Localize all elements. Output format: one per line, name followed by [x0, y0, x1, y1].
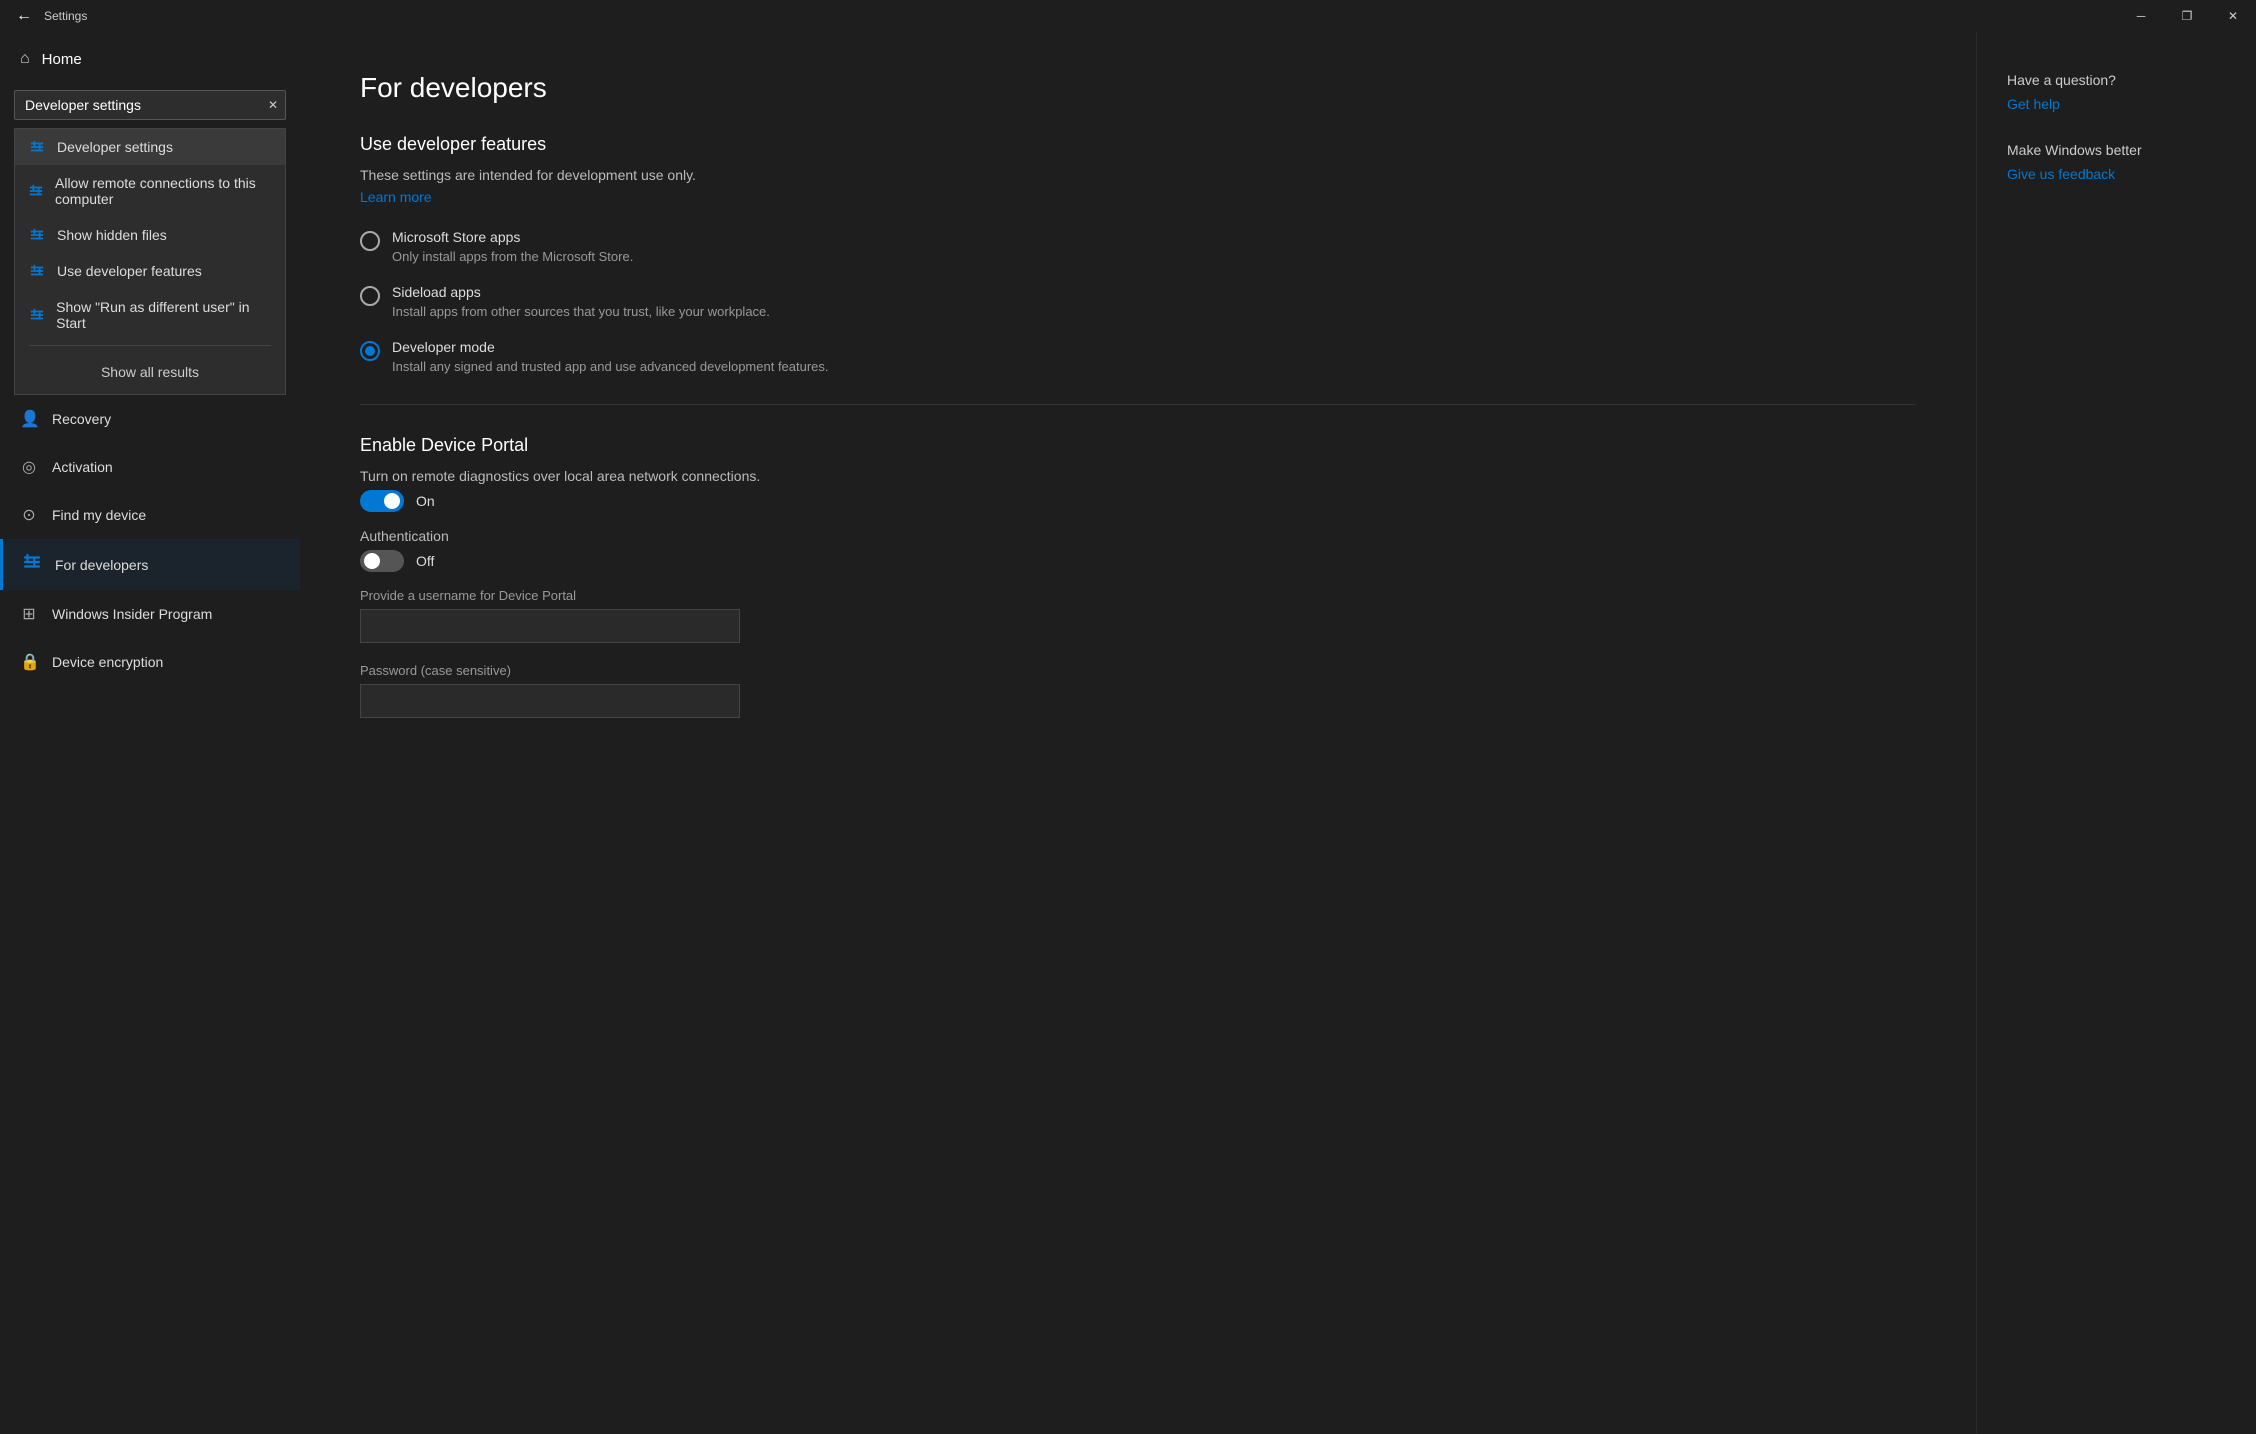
help-section: Have a question? Get help — [2007, 72, 2226, 112]
help-title: Have a question? — [2007, 72, 2226, 88]
sidebar-item-find-my-device[interactable]: ⊙ Find my device — [0, 491, 300, 539]
sliders-icon-4 — [29, 263, 45, 279]
device-portal-toggle-label: On — [416, 493, 435, 509]
person-circle-icon: ⊙ — [20, 505, 38, 525]
radio-sublabel-microsoft-store: Only install apps from the Microsoft Sto… — [392, 249, 1916, 264]
sidebar-item-windows-insider[interactable]: ⊞ Windows Insider Program — [0, 590, 300, 638]
dropdown-item-use-developer[interactable]: Use developer features — [15, 253, 285, 289]
sidebar-item-activation[interactable]: ◎ Activation — [0, 443, 300, 491]
home-nav-item[interactable]: ⌂ Home — [0, 32, 300, 86]
radio-sideload[interactable] — [360, 286, 380, 306]
device-portal-toggle-row: On — [360, 490, 1916, 512]
auth-toggle-row: Off — [360, 550, 1916, 572]
right-panel: Have a question? Get help Make Windows b… — [1976, 32, 2256, 1434]
radio-developer-mode[interactable] — [360, 341, 380, 361]
dropdown-label-developer-settings: Developer settings — [57, 139, 173, 155]
back-button[interactable]: ← — [12, 4, 36, 28]
radio-content-microsoft-store: Microsoft Store apps Only install apps f… — [392, 229, 1916, 264]
device-portal-title: Enable Device Portal — [360, 435, 1916, 456]
device-portal-toggle[interactable] — [360, 490, 404, 512]
minimize-button[interactable]: ─ — [2118, 0, 2164, 32]
radio-label-developer-mode: Developer mode — [392, 339, 1916, 355]
sidebar-label-windows-insider: Windows Insider Program — [52, 606, 212, 622]
auth-toggle-label: Off — [416, 553, 434, 569]
dropdown-item-show-hidden[interactable]: Show hidden files — [15, 217, 285, 253]
sidebar-item-device-encryption[interactable]: 🔒 Device encryption — [0, 638, 300, 686]
password-label: Password (case sensitive) — [360, 663, 1916, 678]
radio-label-microsoft-store: Microsoft Store apps — [392, 229, 1916, 245]
feedback-title: Make Windows better — [2007, 142, 2226, 158]
radio-content-sideload: Sideload apps Install apps from other so… — [392, 284, 1916, 319]
auth-toggle[interactable] — [360, 550, 404, 572]
username-label: Provide a username for Device Portal — [360, 588, 1916, 603]
person-icon: 👤 — [20, 409, 38, 429]
home-icon: ⌂ — [20, 50, 30, 68]
auth-toggle-knob — [364, 553, 380, 569]
radio-sublabel-sideload: Install apps from other sources that you… — [392, 304, 1916, 319]
sliders-icon-2 — [29, 183, 43, 199]
radio-sublabel-developer-mode: Install any signed and trusted app and u… — [392, 359, 1916, 374]
window-controls: ─ ❐ ✕ — [2118, 0, 2256, 32]
dropdown-divider — [29, 345, 271, 346]
password-input[interactable] — [360, 684, 740, 718]
search-container: ✕ — [14, 90, 286, 120]
learn-more-link[interactable]: Learn more — [360, 189, 432, 205]
sidebar-label-device-encryption: Device encryption — [52, 654, 163, 670]
sidebar-label-for-developers: For developers — [55, 557, 148, 573]
section-divider — [360, 404, 1916, 405]
dropdown-label-show-hidden: Show hidden files — [57, 227, 167, 243]
dropdown-item-allow-remote[interactable]: Allow remote connections to this compute… — [15, 165, 285, 217]
get-help-link[interactable]: Get help — [2007, 96, 2226, 112]
page-title: For developers — [360, 72, 1916, 104]
auth-label: Authentication — [360, 528, 1916, 544]
clear-search-icon[interactable]: ✕ — [268, 98, 278, 112]
radio-microsoft-store[interactable] — [360, 231, 380, 251]
device-portal-toggle-knob — [384, 493, 400, 509]
feedback-section: Make Windows better Give us feedback — [2007, 142, 2226, 182]
title-bar: ← Settings ─ ❐ ✕ — [0, 0, 2256, 32]
use-dev-features-title: Use developer features — [360, 134, 1916, 155]
radio-inner-developer-mode — [365, 346, 375, 356]
use-dev-features-desc: These settings are intended for developm… — [360, 167, 1916, 183]
sidebar-label-find-my-device: Find my device — [52, 507, 146, 523]
radio-option-microsoft-store: Microsoft Store apps Only install apps f… — [360, 229, 1916, 264]
close-button[interactable]: ✕ — [2210, 0, 2256, 32]
search-input[interactable] — [14, 90, 286, 120]
sidebar-label-activation: Activation — [52, 459, 113, 475]
lock-icon: 🔒 — [20, 652, 38, 672]
show-all-results-button[interactable]: Show all results — [29, 350, 271, 394]
radio-option-developer-mode: Developer mode Install any signed and tr… — [360, 339, 1916, 374]
radio-option-sideload: Sideload apps Install apps from other so… — [360, 284, 1916, 319]
dropdown-label-allow-remote: Allow remote connections to this compute… — [55, 175, 271, 207]
restore-button[interactable]: ❐ — [2164, 0, 2210, 32]
check-circle-icon: ◎ — [20, 457, 38, 477]
sliders-icon — [29, 139, 45, 155]
sidebar-item-recovery[interactable]: 👤 Recovery — [0, 395, 300, 443]
dropdown-label-show-run-as: Show "Run as different user" in Start — [56, 299, 271, 331]
home-label: Home — [42, 51, 82, 68]
give-feedback-link[interactable]: Give us feedback — [2007, 166, 2226, 182]
sidebar-item-for-developers[interactable]: For developers — [0, 539, 300, 590]
search-dropdown: Developer settings Allow remote connecti… — [14, 128, 286, 395]
dropdown-item-developer-settings[interactable]: Developer settings — [15, 129, 285, 165]
sliders-icon-5 — [29, 307, 44, 323]
title-bar-title: Settings — [44, 9, 87, 23]
dropdown-item-show-run-as[interactable]: Show "Run as different user" in Start — [15, 289, 285, 341]
sidebar: ⌂ Home ✕ Developer settings Allow remote… — [0, 32, 300, 1434]
dropdown-label-use-developer: Use developer features — [57, 263, 202, 279]
username-input[interactable] — [360, 609, 740, 643]
main-content: For developers Use developer features Th… — [300, 32, 1976, 1434]
sidebar-label-recovery: Recovery — [52, 411, 111, 427]
radio-label-sideload: Sideload apps — [392, 284, 1916, 300]
sliders-icon-3 — [29, 227, 45, 243]
windows-icon: ⊞ — [20, 604, 38, 624]
device-portal-desc: Turn on remote diagnostics over local ar… — [360, 468, 1916, 484]
radio-content-developer-mode: Developer mode Install any signed and tr… — [392, 339, 1916, 374]
app-body: ⌂ Home ✕ Developer settings Allow remote… — [0, 32, 2256, 1434]
sliders-nav-icon — [23, 553, 41, 576]
